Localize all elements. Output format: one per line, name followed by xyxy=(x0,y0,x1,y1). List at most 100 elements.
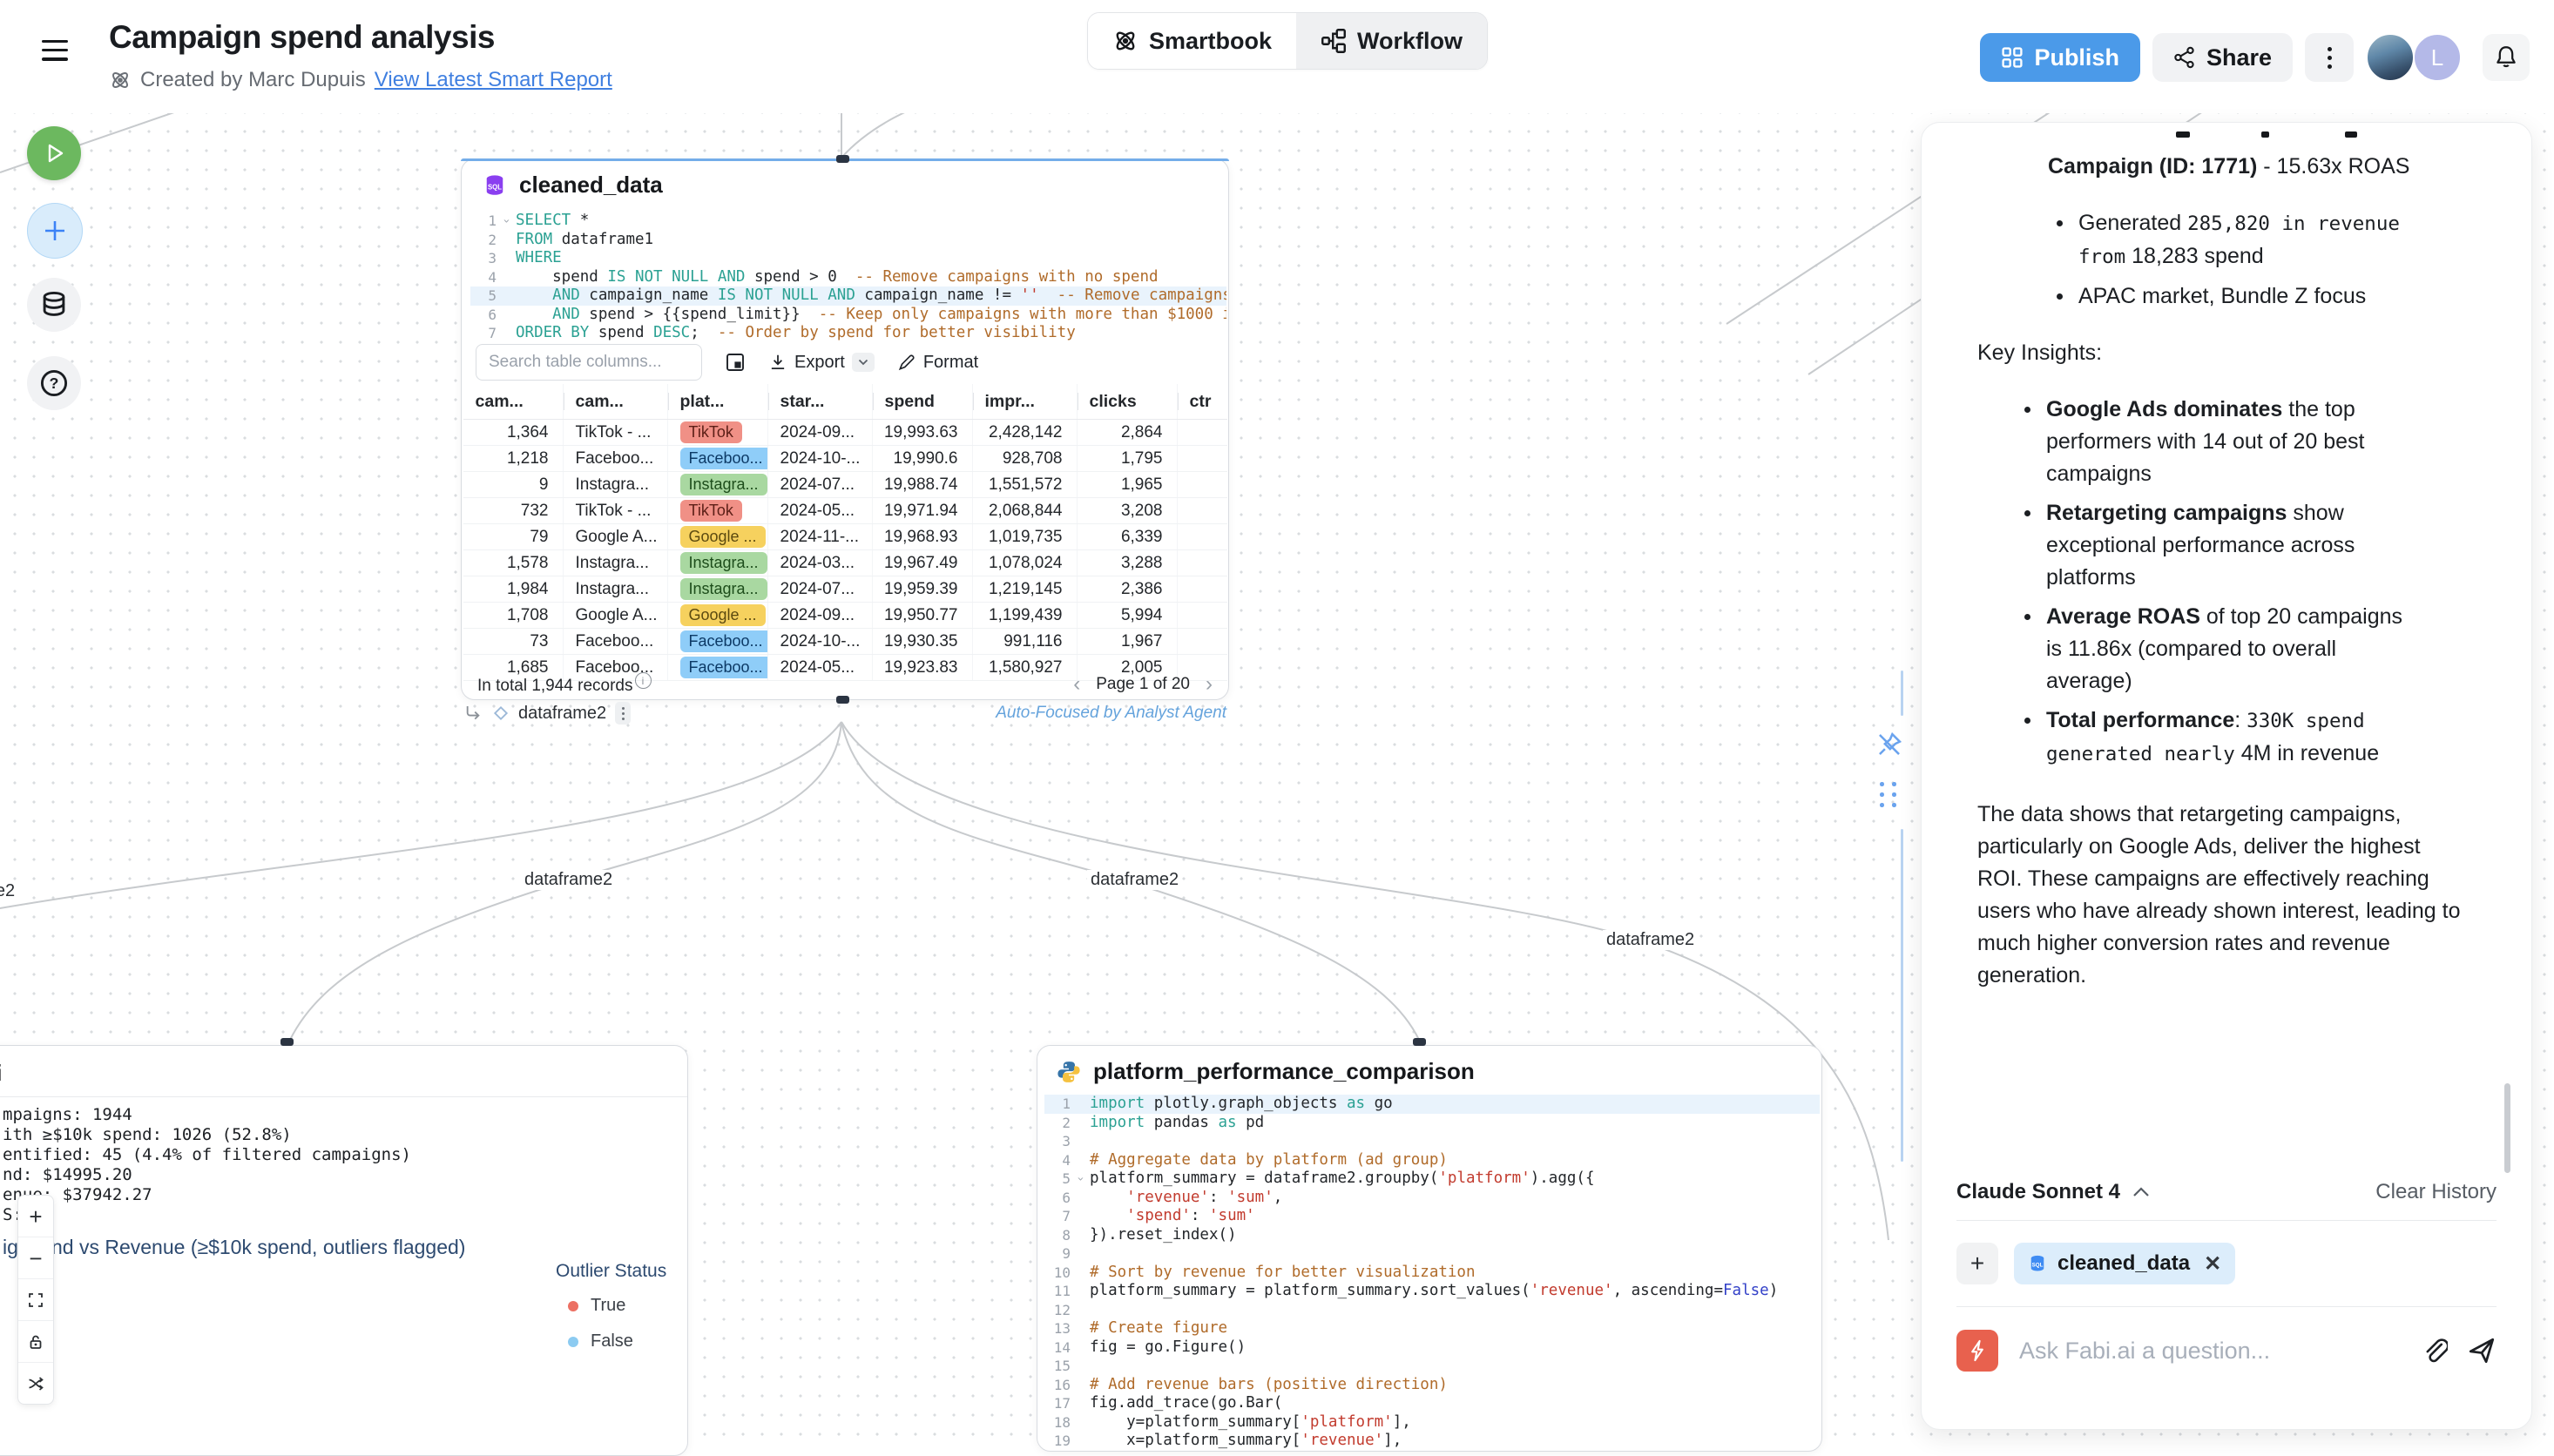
python-editor[interactable]: 1import plotly.graph_objects as go2impor… xyxy=(1044,1095,1820,1451)
lock-axes-button[interactable] xyxy=(18,1321,53,1363)
avatar[interactable] xyxy=(2366,33,2415,82)
expand-icon xyxy=(725,352,746,373)
export-dropdown[interactable] xyxy=(852,353,875,372)
more-options-button[interactable] xyxy=(2305,33,2354,82)
smartbook-icon xyxy=(1112,28,1138,54)
data-sources-button[interactable] xyxy=(27,278,81,332)
node-cleaned-data[interactable]: SQL cleaned_data 1›SELECT *2FROM datafra… xyxy=(461,158,1229,700)
zoom-out-button[interactable]: − xyxy=(18,1237,53,1279)
unpin-panel-icon[interactable] xyxy=(1875,730,1904,759)
send-icon[interactable] xyxy=(2467,1336,2497,1365)
table-row[interactable]: 1,364TikTok - ...TikTok2024-09...19,993.… xyxy=(463,420,1227,446)
code-line: 3 xyxy=(1044,1132,1820,1151)
add-node-button[interactable] xyxy=(27,203,83,259)
column-header[interactable]: spend xyxy=(873,384,973,419)
share-button[interactable]: Share xyxy=(2152,33,2293,82)
publish-button[interactable]: Publish xyxy=(1980,33,2140,82)
model-selector[interactable]: Claude Sonnet 4 xyxy=(1956,1180,2150,1204)
next-page-button[interactable]: › xyxy=(1206,672,1213,697)
notifications-button[interactable] xyxy=(2483,34,2530,81)
code-line: 1›SELECT * xyxy=(470,212,1226,231)
share-label: Share xyxy=(2206,44,2272,71)
sql-editor[interactable]: 1›SELECT *2FROM dataframe13WHERE4 spend … xyxy=(470,212,1226,343)
table-row[interactable]: 73Faceboo...Faceboo...2024-10-...19,930.… xyxy=(463,629,1227,655)
return-arrow-icon xyxy=(464,704,483,723)
panel-scrollbar[interactable] xyxy=(2504,1083,2510,1173)
ask-question-input[interactable] xyxy=(2017,1337,2401,1365)
zoom-in-button[interactable]: + xyxy=(18,1196,53,1237)
panel-drag-handle[interactable] xyxy=(1880,782,1902,817)
column-header[interactable]: ctr xyxy=(1178,384,1226,419)
column-header[interactable]: cam... xyxy=(463,384,564,419)
insight-bullet: Generated 285,820 in revenue from 18,283… xyxy=(2057,207,2433,273)
run-workflow-button[interactable] xyxy=(27,126,81,180)
table-row[interactable]: 1,578Instagra...Instagra...2024-03...19,… xyxy=(463,550,1227,576)
clear-history-button[interactable]: Clear History xyxy=(2375,1180,2497,1204)
add-context-button[interactable]: + xyxy=(1956,1243,1998,1284)
code-line: 5›platform_summary = dataframe2.groupby(… xyxy=(1044,1170,1820,1189)
help-button[interactable]: ? xyxy=(27,356,81,410)
code-line: 1import plotly.graph_objects as go xyxy=(1044,1095,1820,1114)
panel-guide-line xyxy=(1901,829,1903,1162)
column-header[interactable]: cam... xyxy=(564,384,668,419)
chat-message: Campaign (ID: 1771) - 15.63x ROAS Genera… xyxy=(1965,151,2498,992)
legend-item[interactable]: True xyxy=(568,1296,666,1316)
code-line: 14fig = go.Figure() xyxy=(1044,1338,1820,1358)
table-row[interactable]: 9Instagra...Instagra...2024-07...19,988.… xyxy=(463,472,1227,498)
table-row[interactable]: 1,984Instagra...Instagra...2024-07...19,… xyxy=(463,576,1227,603)
attachment-icon[interactable] xyxy=(2420,1337,2448,1365)
code-line: 8}).reset_index() xyxy=(1044,1226,1820,1245)
column-header[interactable]: clicks xyxy=(1078,384,1178,419)
platform-input-port[interactable] xyxy=(1413,1038,1426,1046)
lightning-bolt-icon xyxy=(1966,1339,1989,1362)
column-header[interactable]: impr... xyxy=(973,384,1078,419)
fullscreen-icon xyxy=(27,1291,44,1309)
shuffle-button[interactable] xyxy=(18,1363,53,1404)
table-row[interactable]: 79Google A...Google ...2024-11-...19,968… xyxy=(463,524,1227,550)
context-chip-cleaned-data[interactable]: SQL cleaned_data ✕ xyxy=(2014,1243,2235,1284)
dataframe-menu-button[interactable] xyxy=(615,702,631,725)
input-port[interactable] xyxy=(836,155,849,163)
mode-toggle: Smartbook Workflow xyxy=(1087,12,1488,70)
expand-table-button[interactable] xyxy=(725,352,746,373)
menu-icon[interactable] xyxy=(42,40,68,61)
node-campaign-roi[interactable]: gn_roi mpaigns: 1944ith ≥$10k spend: 102… xyxy=(0,1045,688,1456)
table-row[interactable]: 1,708Google A...Google ...2024-09...19,9… xyxy=(463,603,1227,629)
shuffle-icon xyxy=(27,1375,44,1392)
code-line: 15 xyxy=(1044,1357,1820,1376)
svg-text:?: ? xyxy=(50,374,59,392)
search-columns-input[interactable] xyxy=(476,344,702,381)
legend-title: Outlier Status xyxy=(556,1261,666,1282)
code-line: 6 'revenue': 'sum', xyxy=(1044,1189,1820,1208)
avatar-initial[interactable]: L xyxy=(2413,33,2462,82)
legend-item[interactable]: False xyxy=(568,1331,666,1352)
smart-report-link[interactable]: View Latest Smart Report xyxy=(375,68,612,92)
table-row[interactable]: 1,218Faceboo...Faceboo...2024-10-...19,9… xyxy=(463,446,1227,472)
tab-workflow[interactable]: Workflow xyxy=(1296,13,1487,69)
fullscreen-button[interactable] xyxy=(18,1279,53,1321)
svg-text:SQL: SQL xyxy=(2032,1263,2044,1269)
share-icon xyxy=(2173,46,2196,69)
table-row[interactable]: 732TikTok - ...TikTok2024-05...19,971.94… xyxy=(463,498,1227,524)
prev-page-button[interactable]: ‹ xyxy=(1073,672,1080,697)
created-by-label: Created by Marc Dupuis xyxy=(140,68,366,92)
column-header[interactable]: star... xyxy=(768,384,873,419)
tab-smartbook[interactable]: Smartbook xyxy=(1088,13,1296,69)
roi-input-port[interactable] xyxy=(280,1038,294,1046)
chip-close-icon[interactable]: ✕ xyxy=(2204,1251,2221,1277)
export-button[interactable]: Export xyxy=(768,353,875,373)
platform-badge: TikTok xyxy=(680,421,742,443)
insight-bullet: Total performance: 330K spend generated … xyxy=(2024,704,2421,771)
model-label: Claude Sonnet 4 xyxy=(1956,1180,2120,1204)
info-icon[interactable]: i xyxy=(635,672,652,689)
format-pen-icon xyxy=(897,353,916,372)
output-dataframe-label[interactable]: dataframe2 xyxy=(518,704,606,724)
platform-badge: Faceboo... xyxy=(680,448,768,469)
column-header[interactable]: plat... xyxy=(668,384,768,419)
format-button[interactable]: Format xyxy=(897,353,978,373)
app-header: Campaign spend analysis Created by Marc … xyxy=(0,0,2554,113)
node-platform-performance[interactable]: platform_performance_comparison 1import … xyxy=(1037,1045,1822,1452)
summary-paragraph: The data shows that retargeting campaign… xyxy=(1977,799,2463,992)
clipped-text-fragment xyxy=(2261,131,2269,138)
play-icon xyxy=(41,140,67,166)
